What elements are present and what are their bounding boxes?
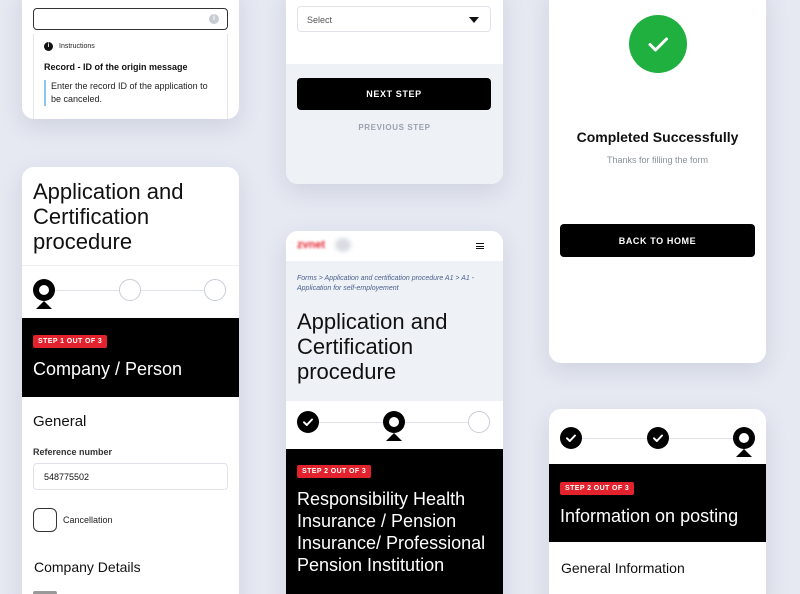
- select-card: Select NEXT STEP PREVIOUS STEP: [286, 0, 503, 184]
- breadcrumb[interactable]: Forms > Application and certification pr…: [297, 274, 487, 294]
- check-icon: [653, 434, 663, 442]
- record-title: Record - ID of the origin message: [44, 62, 188, 72]
- stepper: [549, 427, 766, 457]
- step-2-active[interactable]: [383, 411, 405, 433]
- instructions-panel: i Instructions Record - ID of the origin…: [33, 34, 228, 119]
- footer-area: NEXT STEP PREVIOUS STEP: [286, 64, 503, 184]
- mobile-header: zvnet: [286, 231, 503, 261]
- hamburger-icon[interactable]: [476, 243, 484, 249]
- success-check-icon: [629, 15, 687, 73]
- section-general: General: [33, 413, 87, 430]
- reference-label: Reference number: [33, 447, 113, 457]
- step-2-done[interactable]: [647, 427, 669, 449]
- check-icon: [566, 434, 576, 442]
- page-title: Application and Certification procedure: [33, 179, 184, 254]
- section-company: Company Details: [34, 559, 141, 575]
- success-title: Completed Successfully: [576, 129, 739, 145]
- step-3-empty[interactable]: [204, 279, 226, 301]
- step-pointer: [386, 433, 402, 441]
- step-pointer: [736, 449, 752, 457]
- step-2-empty[interactable]: [119, 279, 141, 301]
- mobile-card: zvnet Forms > Application and certificat…: [286, 231, 503, 594]
- step-badge: STEP 2 OUT OF 3: [297, 465, 372, 478]
- step-pointer: [36, 301, 52, 309]
- cancellation-label: Cancellation: [63, 515, 113, 525]
- stepper: [286, 411, 503, 441]
- record-id-input[interactable]: i: [33, 8, 228, 30]
- cancellation-row: Cancellation: [33, 508, 113, 532]
- next-step-button[interactable]: NEXT STEP: [297, 78, 491, 110]
- step-3-active[interactable]: [733, 427, 755, 449]
- option-select[interactable]: Select: [297, 6, 491, 32]
- step-3-empty[interactable]: [468, 411, 490, 433]
- reference-value: 548775502: [44, 472, 90, 482]
- step-badge: STEP 1 OUT OF 3: [33, 335, 108, 348]
- previous-step-button[interactable]: PREVIOUS STEP: [286, 123, 503, 132]
- step-title: Information on posting: [560, 506, 739, 526]
- success-subtitle: Thanks for filling the form: [606, 155, 709, 165]
- info-icon: i: [209, 14, 219, 24]
- check-icon: [303, 418, 313, 426]
- back-to-home-button[interactable]: BACK TO HOME: [560, 224, 755, 257]
- title-divider: [22, 265, 239, 266]
- reference-input[interactable]: 548775502: [33, 463, 228, 490]
- select-value: Select: [307, 15, 333, 25]
- stepper: [22, 279, 239, 309]
- step-badge: STEP 2 OUT OF 3: [560, 482, 635, 495]
- instructions-label: Instructions: [59, 43, 95, 50]
- logo: zvnet: [297, 239, 326, 251]
- step-panel: STEP 1 OUT OF 3 Company / Person: [22, 318, 239, 397]
- section-general-information: General Information: [561, 560, 685, 576]
- logo-blur-mark: [335, 238, 351, 252]
- step-1-done[interactable]: [560, 427, 582, 449]
- step-title: Responsibility Health Insurance / Pensio…: [297, 489, 486, 575]
- step-panel: STEP 2 OUT OF 3 Responsibility Health In…: [286, 449, 503, 594]
- application-card: Application and Certification procedure …: [22, 167, 239, 594]
- step-1-active[interactable]: [33, 279, 55, 301]
- record-text: Enter the record ID of the application t…: [44, 80, 216, 106]
- chevron-down-icon: [469, 17, 479, 23]
- title-area: Forms > Application and certification pr…: [286, 261, 503, 401]
- instructions-card: i i Instructions Record - ID of the orig…: [22, 0, 239, 119]
- info-icon: i: [44, 42, 53, 51]
- page-title: Application and Certification procedure: [297, 309, 448, 384]
- success-card: Completed Successfully Thanks for fillin…: [549, 0, 766, 363]
- step-1-done[interactable]: [297, 411, 319, 433]
- step-panel: STEP 2 OUT OF 3 Information on posting: [549, 464, 766, 542]
- posting-card: STEP 2 OUT OF 3 Information on posting G…: [549, 409, 766, 594]
- cancellation-checkbox[interactable]: [33, 508, 57, 532]
- step-title: Company / Person: [33, 359, 183, 379]
